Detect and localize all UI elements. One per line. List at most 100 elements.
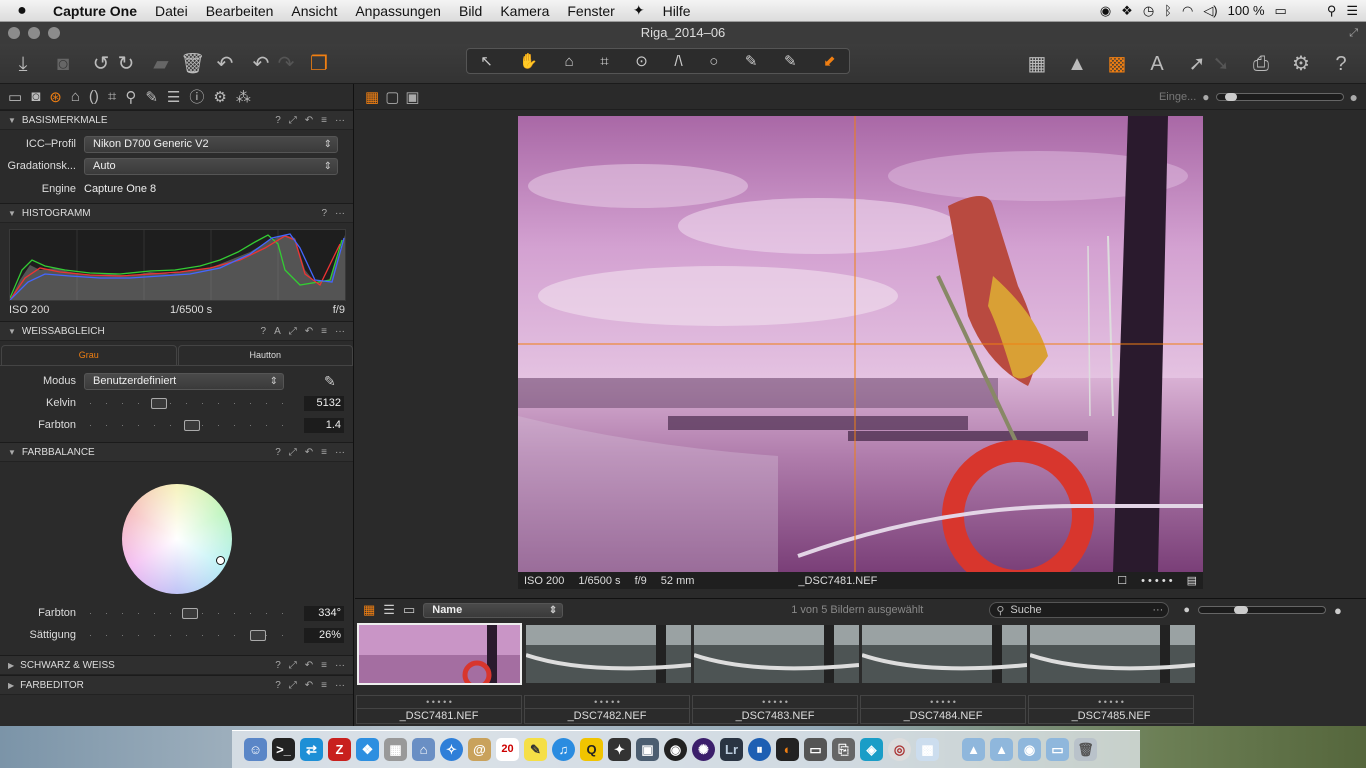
thumbnail-3[interactable] — [694, 625, 859, 683]
list-icon[interactable]: ≡ — [321, 447, 327, 458]
menu-hilfe[interactable]: Hilfe — [654, 3, 700, 19]
script-menu-icon[interactable]: ✦ — [624, 2, 654, 19]
spotlight-search-icon[interactable]: ⚲ — [1327, 3, 1337, 19]
auto-icon[interactable]: A — [274, 326, 281, 337]
copy-icon[interactable]: ⤢ — [289, 447, 297, 458]
help-icon[interactable]: ? — [275, 115, 281, 126]
thumb-rating[interactable]: • • • • • — [692, 695, 858, 709]
collapse-icon[interactable]: ▼ — [8, 448, 16, 457]
thumbnail-5[interactable] — [1030, 625, 1195, 683]
copy-icon[interactable]: ⤢ — [289, 326, 297, 337]
menu-fenster[interactable]: Fenster — [558, 3, 623, 19]
curve-select[interactable]: Auto — [84, 157, 338, 175]
keystone-cursor-icon[interactable]: /\ — [674, 53, 682, 70]
select-cursor-icon[interactable]: ↖ — [480, 52, 493, 70]
image-capture-icon[interactable]: ▣ — [636, 738, 659, 761]
color-tab-icon[interactable]: ⊛ — [49, 88, 62, 106]
status-icon[interactable]: ◉ — [1100, 3, 1111, 19]
kelvin-slider-knob[interactable] — [150, 398, 167, 409]
expand-icon[interactable]: ▶ — [8, 661, 14, 670]
app-circle-icon[interactable]: ◎ — [888, 738, 911, 761]
overlay-icon[interactable]: ▩ — [1106, 52, 1128, 76]
batch-tab-icon[interactable]: ⁂ — [236, 88, 251, 106]
more-icon[interactable]: ··· — [335, 208, 345, 219]
thumb-rating[interactable]: • • • • • — [356, 695, 522, 709]
dropbox-icon[interactable]: ❖ — [1121, 3, 1133, 19]
single-view-icon[interactable]: ▢ — [385, 88, 399, 106]
kelvin-value[interactable]: 5132 — [304, 395, 344, 411]
documents-folder-icon[interactable]: ▲ — [990, 738, 1013, 761]
reset-icon[interactable]: ↶ — [305, 326, 313, 337]
rotate-left-icon[interactable]: ↺ — [90, 52, 112, 76]
wifi-icon[interactable]: ◠ — [1182, 3, 1193, 19]
finder-icon[interactable]: ☺ — [244, 738, 267, 761]
brush-cursor-icon[interactable]: ✎ — [745, 52, 758, 70]
app-cube-icon[interactable]: ◈ — [860, 738, 883, 761]
menu-bearbeiten[interactable]: Bearbeiten — [197, 3, 283, 19]
more-icon[interactable]: ··· — [335, 660, 345, 671]
import-icon[interactable]: ⤓ — [12, 52, 34, 76]
thumbnail-2[interactable] — [526, 625, 691, 683]
stickies-icon[interactable]: ✎ — [524, 738, 547, 761]
search-field[interactable]: ⚲ Suche ··· — [989, 602, 1170, 618]
volume-icon[interactable]: ◁) — [1203, 3, 1217, 19]
apple-menu-icon[interactable]: ● — [0, 2, 44, 20]
list-icon[interactable]: ≡ — [321, 680, 327, 691]
output-tab-icon[interactable]: ⚙ — [213, 88, 226, 106]
local-adjustments-tab-icon[interactable]: ✎ — [145, 88, 158, 106]
more-icon[interactable]: ··· — [335, 326, 345, 337]
farbeditor-header[interactable]: ▶ FARBEDITOR ? ⤢ ↶ ≡ ··· — [0, 675, 353, 695]
scanner-icon[interactable]: ⎘ — [832, 738, 855, 761]
collapse-icon[interactable]: ▼ — [8, 327, 16, 336]
farbbalance-header[interactable]: ▼ FARBBALANCE ? ⤢ ↶ ≡ ··· — [0, 442, 353, 462]
pan-cursor-icon[interactable]: ✋ — [519, 52, 538, 70]
camera-app-icon[interactable]: ◉ — [664, 738, 687, 761]
preview-icon[interactable]: ⌂ — [412, 738, 435, 761]
edit-icon[interactable]: ➚ — [1186, 52, 1208, 76]
close-window-button[interactable] — [8, 27, 20, 39]
calendar-icon[interactable]: 20 — [496, 738, 519, 761]
metadata-tab-icon[interactable]: ☰ — [167, 88, 180, 106]
composition-tab-icon[interactable]: ⌗ — [108, 88, 116, 105]
variant-icon[interactable]: ❐ — [308, 52, 330, 76]
menu-app[interactable]: Capture One — [44, 3, 146, 19]
library-tab-icon[interactable]: ▭ — [8, 88, 22, 106]
photo-app-icon[interactable]: ✦ — [608, 738, 631, 761]
cb-farbton-value[interactable]: 334° — [304, 605, 344, 621]
color-wheel-knob[interactable] — [216, 556, 225, 565]
filezilla-icon[interactable]: Z — [328, 738, 351, 761]
help-icon[interactable]: ? — [275, 447, 281, 458]
camera-icon[interactable]: ◙ — [52, 52, 74, 76]
safari-icon[interactable]: ✧ — [440, 738, 463, 761]
time-machine-icon[interactable]: ◷ — [1143, 3, 1154, 19]
teamviewer-icon[interactable]: ⇄ — [300, 738, 323, 761]
main-photo[interactable] — [518, 116, 1203, 572]
tab-grau[interactable]: Grau — [1, 345, 177, 365]
rotate-right-icon[interactable]: ↻ — [115, 52, 137, 76]
move-folder-icon[interactable]: ▰ — [150, 52, 172, 76]
copy-icon[interactable]: ⤢ — [289, 115, 297, 126]
saettigung-slider[interactable] — [90, 627, 290, 643]
schwarz-weiss-header[interactable]: ▶ SCHWARZ & WEISS ? ⤢ ↶ ≡ ··· — [0, 655, 353, 675]
menu-ansicht[interactable]: Ansicht — [282, 3, 346, 19]
apply-cursor-icon[interactable]: ⬋ — [823, 52, 836, 70]
thumbnail-1[interactable] — [357, 623, 522, 685]
aperture-icon[interactable]: ✺ — [692, 738, 715, 761]
terminal-icon[interactable]: >_ — [272, 738, 295, 761]
more-icon[interactable]: ··· — [335, 447, 345, 458]
saettigung-value[interactable]: 26% — [304, 627, 344, 643]
capture-one-icon[interactable]: ◐ — [776, 738, 799, 761]
menu-anpassungen[interactable]: Anpassungen — [346, 3, 450, 19]
modus-select[interactable]: Benutzerdefiniert — [84, 372, 284, 390]
help-icon[interactable]: ? — [275, 680, 281, 691]
warning-icon[interactable]: ▲ — [1066, 52, 1088, 76]
image-app-icon[interactable]: ▩ — [916, 738, 939, 761]
collapse-icon[interactable]: ▼ — [8, 116, 16, 125]
battery-percent[interactable]: 100 % — [1228, 3, 1265, 18]
filmstrip-view-icon[interactable]: ▭ — [403, 602, 415, 618]
tab-hautton[interactable]: Hautton — [177, 345, 353, 365]
spot-removal-cursor-icon[interactable]: ○ — [709, 53, 718, 70]
capture-tab-icon[interactable]: ◙ — [31, 88, 40, 105]
icc-profile-select[interactable]: Nikon D700 Generic V2 — [84, 135, 338, 153]
reset-icon[interactable]: ↶ — [305, 680, 313, 691]
